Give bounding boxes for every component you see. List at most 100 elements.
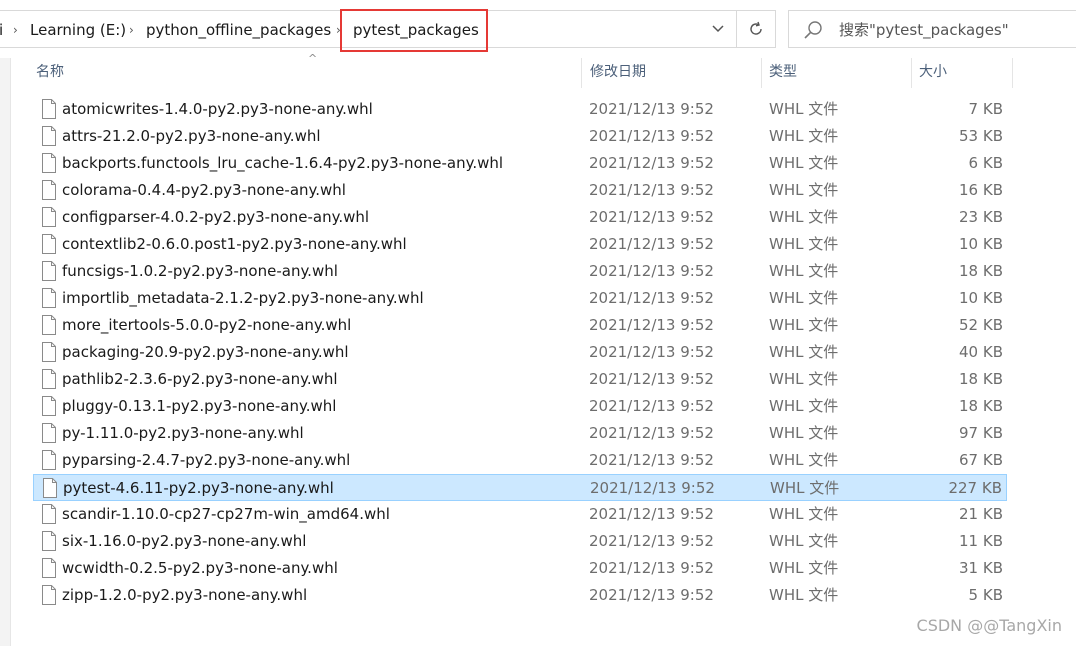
file-modified-date: 2021/12/13 9:52 xyxy=(589,532,714,550)
search-placeholder[interactable]: 搜索"pytest_packages" xyxy=(839,11,1009,49)
file-type: WHL 文件 xyxy=(769,586,839,604)
file-modified-date: 2021/12/13 9:52 xyxy=(589,424,714,442)
file-modified-date: 2021/12/13 9:52 xyxy=(589,559,714,577)
file-modified-date: 2021/12/13 9:52 xyxy=(589,154,714,172)
file-row[interactable]: wcwidth-0.2.5-py2.py3-none-any.whl 2021/1… xyxy=(33,555,1007,582)
column-header-name[interactable]: 名称 xyxy=(36,58,64,88)
file-row[interactable]: importlib_metadata-2.1.2-py2.py3-none-an… xyxy=(33,285,1007,312)
file-modified-date: 2021/12/13 9:52 xyxy=(590,479,715,497)
file-size: 11 KB xyxy=(959,532,1003,550)
file-name: attrs-21.2.0-py2.py3-none-any.whl xyxy=(62,127,321,145)
file-row[interactable]: zipp-1.2.0-py2.py3-none-any.whl 2021/12/1… xyxy=(33,582,1007,609)
file-type: WHL 文件 xyxy=(770,479,840,497)
file-type: WHL 文件 xyxy=(769,289,839,307)
file-name: scandir-1.10.0-cp27-cp27m-win_amd64.whl xyxy=(62,505,390,523)
file-type: WHL 文件 xyxy=(769,343,839,361)
file-row[interactable]: pytest-4.6.11-py2.py3-none-any.whl 2021/1… xyxy=(33,474,1007,501)
file-type: WHL 文件 xyxy=(769,262,839,280)
file-name: pyparsing-2.4.7-py2.py3-none-any.whl xyxy=(62,451,351,469)
file-icon xyxy=(42,423,56,443)
file-modified-date: 2021/12/13 9:52 xyxy=(589,451,714,469)
file-modified-date: 2021/12/13 9:52 xyxy=(589,370,714,388)
breadcrumb-lead: i xyxy=(0,21,4,39)
file-size: 18 KB xyxy=(959,397,1003,415)
search-box[interactable]: 搜索"pytest_packages" xyxy=(788,10,1076,48)
file-modified-date: 2021/12/13 9:52 xyxy=(589,586,714,604)
file-row[interactable]: pyparsing-2.4.7-py2.py3-none-any.whl 2021… xyxy=(33,447,1007,474)
file-row[interactable]: atomicwrites-1.4.0-py2.py3-none-any.whl 2… xyxy=(33,96,1007,123)
breadcrumb-separator[interactable]: › xyxy=(13,11,18,49)
file-type: WHL 文件 xyxy=(769,181,839,199)
file-icon xyxy=(42,315,56,335)
file-row[interactable]: configparser-4.0.2-py2.py3-none-any.whl 2… xyxy=(33,204,1007,231)
file-name: six-1.16.0-py2.py3-none-any.whl xyxy=(62,532,307,550)
file-modified-date: 2021/12/13 9:52 xyxy=(589,181,714,199)
file-modified-date: 2021/12/13 9:52 xyxy=(589,316,714,334)
breadcrumb-separator[interactable]: › xyxy=(129,11,134,49)
file-icon xyxy=(42,126,56,146)
column-header-size[interactable]: 大小 xyxy=(919,58,947,88)
column-header-date[interactable]: 修改日期 xyxy=(590,58,646,88)
file-icon xyxy=(42,558,56,578)
file-name: pytest-4.6.11-py2.py3-none-any.whl xyxy=(63,479,334,497)
file-size: 16 KB xyxy=(959,181,1003,199)
file-size: 67 KB xyxy=(959,451,1003,469)
file-type: WHL 文件 xyxy=(769,424,839,442)
file-row[interactable]: six-1.16.0-py2.py3-none-any.whl 2021/12/1… xyxy=(33,528,1007,555)
file-size: 10 KB xyxy=(959,235,1003,253)
file-icon xyxy=(42,396,56,416)
toolbar: i › Learning (E:) › python_offline_packa… xyxy=(0,0,1076,58)
chevron-down-icon xyxy=(712,25,724,33)
file-size: 18 KB xyxy=(959,262,1003,280)
search-icon xyxy=(804,21,822,39)
file-size: 31 KB xyxy=(959,559,1003,577)
file-modified-date: 2021/12/13 9:52 xyxy=(589,262,714,280)
file-icon xyxy=(42,288,56,308)
file-type: WHL 文件 xyxy=(769,235,839,253)
file-row[interactable]: scandir-1.10.0-cp27-cp27m-win_amd64.whl 2… xyxy=(33,501,1007,528)
column-divider[interactable] xyxy=(1012,58,1013,88)
column-divider[interactable] xyxy=(911,58,912,88)
file-size: 6 KB xyxy=(968,154,1003,172)
breadcrumb-item-current[interactable]: pytest_packages xyxy=(353,11,479,49)
file-icon xyxy=(42,342,56,362)
file-row[interactable]: attrs-21.2.0-py2.py3-none-any.whl 2021/12… xyxy=(33,123,1007,150)
file-icon xyxy=(43,478,57,498)
refresh-button[interactable] xyxy=(736,10,776,48)
file-icon xyxy=(42,369,56,389)
file-modified-date: 2021/12/13 9:52 xyxy=(589,100,714,118)
file-row[interactable]: py-1.11.0-py2.py3-none-any.whl 2021/12/13… xyxy=(33,420,1007,447)
file-type: WHL 文件 xyxy=(769,208,839,226)
file-modified-date: 2021/12/13 9:52 xyxy=(589,208,714,226)
file-row[interactable]: more_itertools-5.0.0-py2-none-any.whl 202… xyxy=(33,312,1007,339)
file-row[interactable]: backports.functools_lru_cache-1.6.4-py2.… xyxy=(33,150,1007,177)
file-type: WHL 文件 xyxy=(769,397,839,415)
breadcrumb-separator[interactable]: › xyxy=(336,11,341,49)
watermark: CSDN @@TangXin xyxy=(916,616,1062,635)
file-icon xyxy=(42,153,56,173)
file-row[interactable]: pathlib2-2.3.6-py2.py3-none-any.whl 2021/… xyxy=(33,366,1007,393)
address-bar[interactable]: i › Learning (E:) › python_offline_packa… xyxy=(0,10,735,48)
breadcrumb-item-drive[interactable]: Learning (E:) xyxy=(30,11,126,49)
file-type: WHL 文件 xyxy=(769,316,839,334)
file-name: importlib_metadata-2.1.2-py2.py3-none-an… xyxy=(62,289,424,307)
column-header-type[interactable]: 类型 xyxy=(769,58,797,88)
file-size: 5 KB xyxy=(968,586,1003,604)
file-row[interactable]: packaging-20.9-py2.py3-none-any.whl 2021/… xyxy=(33,339,1007,366)
file-row[interactable]: pluggy-0.13.1-py2.py3-none-any.whl 2021/1… xyxy=(33,393,1007,420)
file-type: WHL 文件 xyxy=(769,559,839,577)
file-row[interactable]: colorama-0.4.4-py2.py3-none-any.whl 2021/… xyxy=(33,177,1007,204)
column-divider[interactable] xyxy=(761,58,762,88)
file-name: wcwidth-0.2.5-py2.py3-none-any.whl xyxy=(62,559,338,577)
file-row[interactable]: contextlib2-0.6.0.post1-py2.py3-none-any… xyxy=(33,231,1007,258)
file-name: more_itertools-5.0.0-py2-none-any.whl xyxy=(62,316,352,334)
file-size: 227 KB xyxy=(948,479,1002,497)
column-divider[interactable] xyxy=(581,58,582,88)
breadcrumb-item-parent[interactable]: python_offline_packages xyxy=(146,11,331,49)
address-dropdown-button[interactable] xyxy=(700,10,736,48)
navigation-pane-edge xyxy=(0,58,11,646)
file-row[interactable]: funcsigs-1.0.2-py2.py3-none-any.whl 2021/… xyxy=(33,258,1007,285)
file-name: backports.functools_lru_cache-1.6.4-py2.… xyxy=(62,154,504,172)
file-size: 40 KB xyxy=(959,343,1003,361)
file-name: configparser-4.0.2-py2.py3-none-any.whl xyxy=(62,208,370,226)
